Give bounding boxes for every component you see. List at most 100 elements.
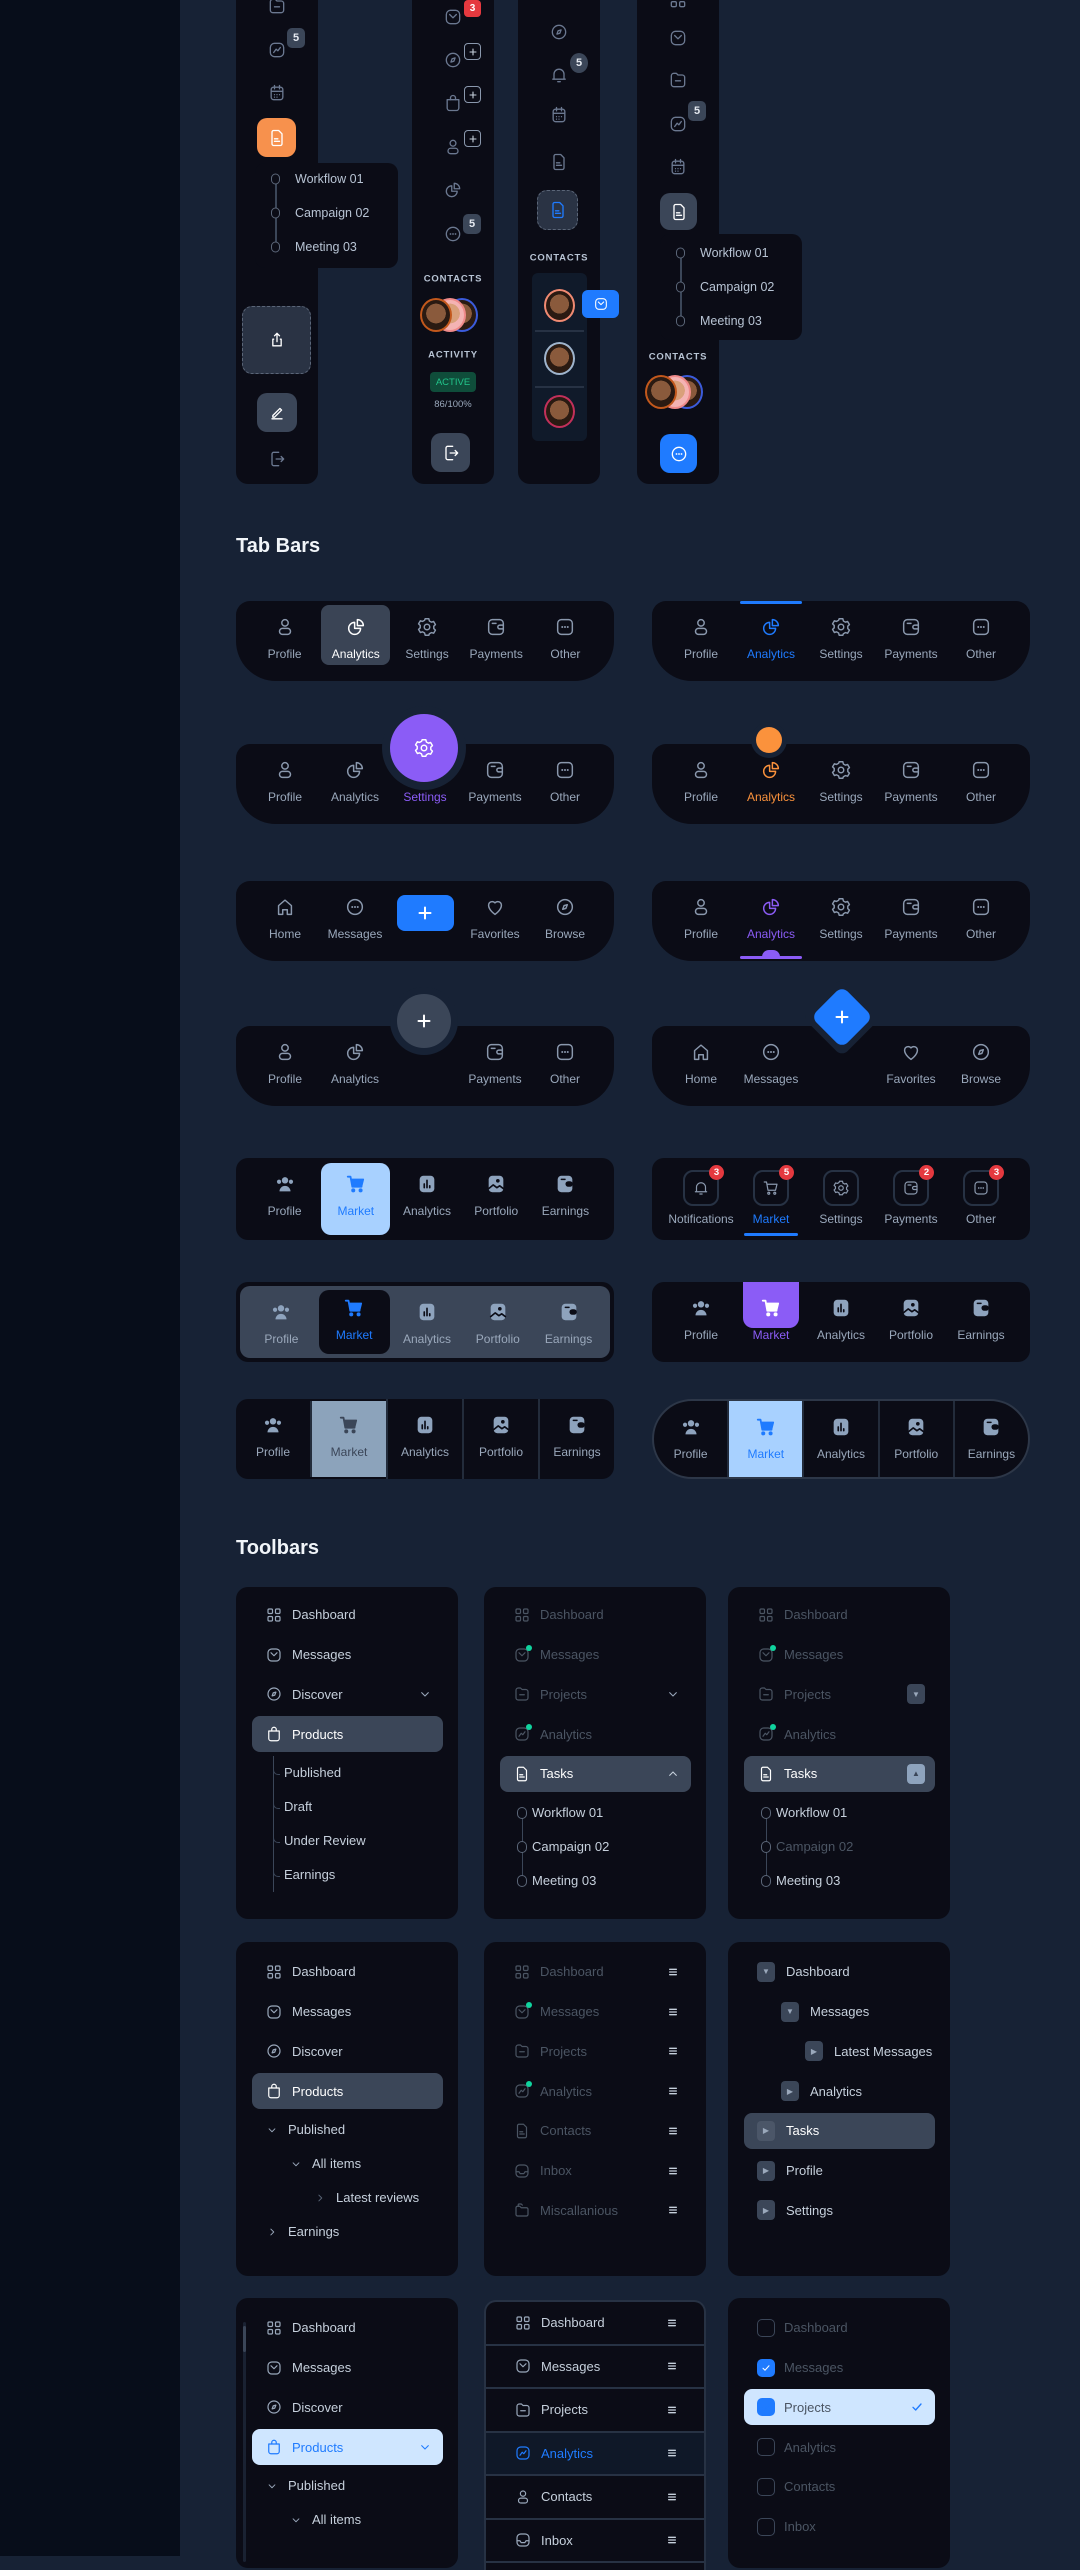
- analytics-icon[interactable]: [443, 180, 463, 200]
- tab-home[interactable]: Home: [666, 1026, 736, 1106]
- toolbar-item-dashboard[interactable]: Dashboard: [744, 1597, 935, 1633]
- toolbar-item-messages[interactable]: ▼ Messages: [744, 1994, 935, 2030]
- drag-handle-icon[interactable]: [664, 2445, 680, 2461]
- caret-right-icon[interactable]: ▶: [781, 2081, 799, 2101]
- toolbar-item-products[interactable]: Products: [252, 2429, 443, 2465]
- tab-profile[interactable]: Profile: [250, 744, 320, 824]
- timeline-item[interactable]: Meeting 03: [295, 240, 357, 254]
- tab-earnings[interactable]: Earnings: [538, 1399, 614, 1479]
- tab-earnings[interactable]: Earnings: [533, 1286, 604, 1358]
- toolbar-item-projects[interactable]: Projects: [486, 2389, 704, 2433]
- toolbar-item-messages[interactable]: Messages: [252, 2350, 443, 2386]
- tab-notifications[interactable]: 3 Notifications: [666, 1158, 736, 1240]
- avatar[interactable]: [544, 289, 575, 322]
- toolbar-item-discover[interactable]: Discover: [252, 1676, 443, 1712]
- chevron-down-icon[interactable]: [289, 2513, 303, 2527]
- toolbar-item-projects[interactable]: Projects ▼: [744, 1676, 935, 1712]
- toolbar-item-contacts[interactable]: Contacts: [744, 2469, 935, 2505]
- toolbar-item-published[interactable]: Published: [252, 2469, 443, 2503]
- tab-settings[interactable]: Settings: [806, 601, 876, 681]
- timeline-item[interactable]: Meeting 03: [700, 314, 762, 328]
- toolbar-item-projects[interactable]: Projects: [500, 1676, 691, 1712]
- toolbar-item-tasks[interactable]: ▶ Tasks: [744, 2112, 935, 2149]
- tab-browse[interactable]: Browse: [530, 881, 600, 961]
- toolbar-item-dashboard[interactable]: Dashboard: [486, 2302, 704, 2346]
- toolbar-item-dashboard[interactable]: Dashboard: [500, 1597, 691, 1633]
- caret-down-icon[interactable]: ▼: [757, 1961, 775, 1982]
- toolbar-item-all-items[interactable]: All items: [252, 2147, 443, 2181]
- tab-portfolio[interactable]: Portfolio: [462, 1158, 531, 1240]
- tab-payments[interactable]: Payments: [876, 744, 946, 824]
- toolbar-item-tasks[interactable]: Tasks: [500, 1755, 691, 1792]
- analytics-icon[interactable]: [267, 40, 287, 60]
- tab-market[interactable]: Market: [310, 1401, 386, 1477]
- checkbox[interactable]: [757, 2438, 775, 2456]
- toolbar-item-dashboard[interactable]: Dashboard: [252, 1954, 443, 1990]
- toolbar-item-projects[interactable]: Projects: [500, 2033, 691, 2069]
- tab-settings[interactable]: Settings: [806, 744, 876, 824]
- tab-profile[interactable]: Profile: [666, 881, 736, 961]
- tab-earnings[interactable]: Earnings: [531, 1158, 600, 1240]
- caret-down-icon[interactable]: ▼: [781, 2001, 799, 2022]
- toolbar-item-messages[interactable]: Messages: [486, 2346, 704, 2389]
- avatar[interactable]: [420, 298, 452, 332]
- tab-analytics[interactable]: Analytics: [392, 1158, 461, 1240]
- tab-market[interactable]: Market: [321, 1163, 391, 1235]
- add-button[interactable]: [464, 86, 481, 103]
- toolbar-item-inbox[interactable]: Inbox: [744, 2509, 935, 2545]
- toolbar-item-messages[interactable]: Messages: [500, 1994, 691, 2030]
- scrollbar-thumb[interactable]: [243, 2326, 246, 2352]
- drag-handle-icon[interactable]: [665, 2043, 681, 2059]
- toolbar-item-discover[interactable]: Discover: [252, 2033, 443, 2069]
- toolbar-item-tasks[interactable]: Tasks ▲: [744, 1755, 935, 1792]
- tab-other[interactable]: Other: [530, 1026, 600, 1106]
- caret-right-icon[interactable]: ▶: [757, 2160, 775, 2181]
- user-icon[interactable]: [443, 137, 463, 157]
- tab-home[interactable]: Home: [250, 881, 320, 961]
- tab-portfolio[interactable]: Portfolio: [877, 1401, 953, 1477]
- tab-market[interactable]: 5 Market: [736, 1158, 806, 1240]
- toolbar-item-analytics[interactable]: Analytics: [500, 1716, 691, 1752]
- scrollbar[interactable]: [243, 2322, 246, 2562]
- toolbar-item-settings[interactable]: ▶ Settings: [744, 2192, 935, 2228]
- toolbar-item-analytics[interactable]: Analytics: [486, 2432, 704, 2476]
- mail-icon[interactable]: [668, 28, 688, 48]
- toolbar-item-under-review[interactable]: Under Review: [252, 1823, 443, 1858]
- toolbar-item-contacts[interactable]: Contacts: [500, 2113, 691, 2149]
- chevron-right-icon[interactable]: [265, 2225, 279, 2239]
- tab-settings[interactable]: Settings: [392, 601, 461, 681]
- toolbar-item-earnings[interactable]: Earnings: [252, 2215, 443, 2249]
- checkbox[interactable]: [757, 2318, 775, 2337]
- tab-portfolio[interactable]: Portfolio: [462, 1399, 538, 1479]
- toolbar-item-analytics[interactable]: ▶ Analytics: [744, 2073, 935, 2109]
- drag-handle-icon[interactable]: [664, 2358, 680, 2374]
- toolbar-item-dashboard[interactable]: ▼ Dashboard: [744, 1954, 935, 1990]
- toolbar-item-analytics[interactable]: Analytics: [500, 2073, 691, 2109]
- bag-icon[interactable]: [443, 93, 463, 113]
- edit-button[interactable]: [257, 393, 297, 432]
- tab-analytics[interactable]: Analytics: [736, 881, 806, 961]
- toolbar-item-dashboard[interactable]: Dashboard: [252, 2310, 443, 2346]
- toolbar-item-campaign-02[interactable]: Campaign 02: [500, 1829, 691, 1864]
- toolbar-item-inbox[interactable]: Inbox: [500, 2153, 691, 2189]
- drag-handle-icon[interactable]: [665, 2163, 681, 2179]
- tab-analytics[interactable]: Analytics: [392, 1286, 463, 1358]
- tab-other[interactable]: Other: [946, 744, 1016, 824]
- chat-icon[interactable]: [443, 224, 463, 244]
- tab-settings[interactable]: Settings: [806, 881, 876, 961]
- tab-analytics[interactable]: Analytics: [320, 1026, 390, 1106]
- toolbar-item-projects[interactable]: Projects: [744, 2389, 935, 2426]
- chevron-down-icon[interactable]: [665, 1686, 681, 1702]
- checkbox[interactable]: [757, 2477, 775, 2496]
- drag-handle-icon[interactable]: [664, 2315, 680, 2331]
- discover-icon[interactable]: [443, 50, 463, 70]
- toolbar-item-products[interactable]: Products: [252, 1716, 443, 1752]
- drag-handle-icon[interactable]: [664, 2532, 680, 2548]
- tab-analytics[interactable]: Analytics: [386, 1399, 462, 1479]
- tab-payments[interactable]: Payments: [460, 744, 530, 824]
- toolbar-item-profile[interactable]: ▶ Profile: [744, 2153, 935, 2189]
- chevron-down-icon[interactable]: [289, 2157, 303, 2171]
- tab-profile[interactable]: Profile: [654, 1401, 727, 1477]
- toolbar-item-published[interactable]: Published: [252, 2113, 443, 2147]
- tab-profile[interactable]: Profile: [666, 601, 736, 681]
